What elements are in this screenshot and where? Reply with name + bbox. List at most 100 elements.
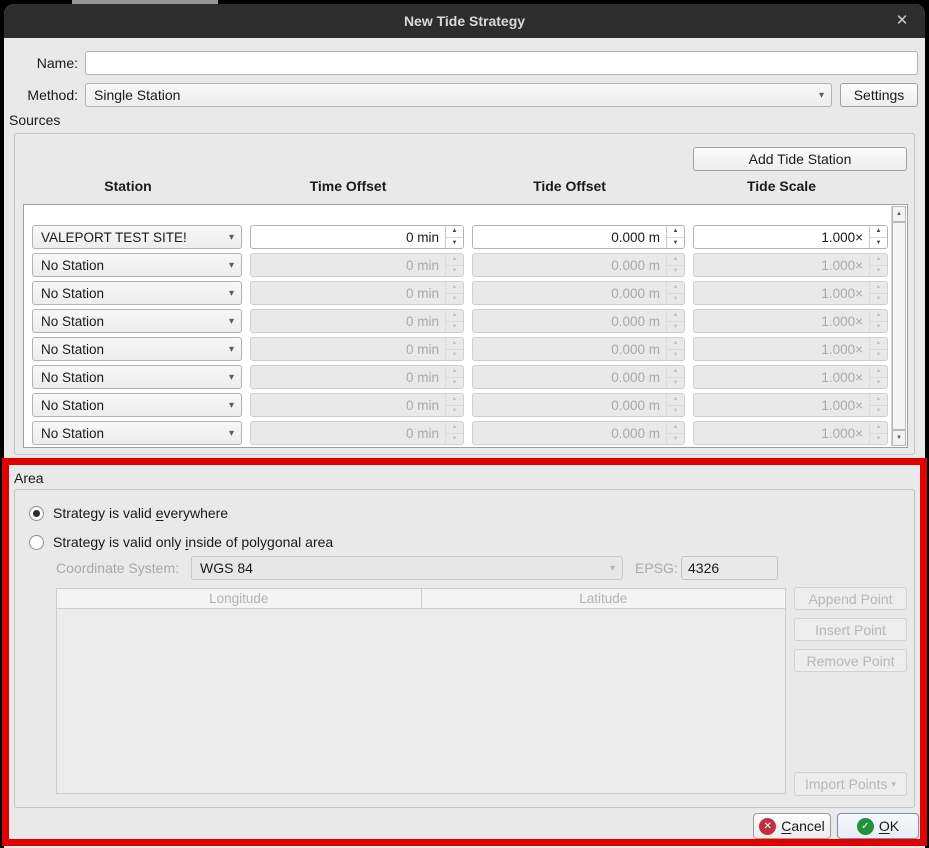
time-offset-spinner[interactable]: 0 min ▲▼ — [250, 225, 464, 249]
spinner-buttons[interactable]: ▲▼ — [445, 422, 463, 444]
time-offset-value: 0 min — [406, 342, 439, 357]
tide-scale-spinner[interactable]: 1.000× ▲▼ — [693, 421, 888, 445]
spin-down-icon: ▼ — [667, 434, 684, 445]
station-select[interactable]: No Station ▾ — [32, 253, 242, 277]
spinner-buttons[interactable]: ▲▼ — [869, 310, 887, 332]
spinner-buttons[interactable]: ▲▼ — [869, 422, 887, 444]
spin-up-icon: ▲ — [870, 226, 887, 238]
spinner-buttons[interactable]: ▲▼ — [445, 226, 463, 248]
tide-offset-spinner[interactable]: 0.000 m ▲▼ — [472, 309, 685, 333]
area-groupbox: Strategy is valid everywhere Strategy is… — [14, 489, 915, 808]
station-value: No Station — [41, 258, 104, 273]
tide-scale-spinner[interactable]: 1.000× ▲▼ — [693, 281, 888, 305]
spinner-buttons[interactable]: ▲▼ — [666, 226, 684, 248]
scrollbar-thumb[interactable] — [892, 222, 906, 430]
scroll-down-icon[interactable]: ▼ — [892, 430, 906, 446]
tide-offset-spinner[interactable]: 0.000 m ▲▼ — [472, 337, 685, 361]
radio-valid-everywhere[interactable]: Strategy is valid everywhere — [29, 504, 228, 522]
spinner-buttons[interactable]: ▲▼ — [445, 282, 463, 304]
titlebar[interactable]: New Tide Strategy ✕ — [4, 4, 925, 38]
spinner-buttons[interactable]: ▲▼ — [869, 394, 887, 416]
settings-button[interactable]: Settings — [840, 83, 918, 107]
tide-offset-spinner[interactable]: 0.000 m ▲▼ — [472, 253, 685, 277]
time-offset-spinner[interactable]: 0 min ▲▼ — [250, 393, 464, 417]
tide-scale-spinner[interactable]: 1.000× ▲▼ — [693, 337, 888, 361]
spinner-buttons[interactable]: ▲▼ — [445, 394, 463, 416]
spinner-buttons[interactable]: ▲▼ — [666, 394, 684, 416]
spinner-buttons[interactable]: ▲▼ — [445, 338, 463, 360]
station-value: No Station — [41, 398, 104, 413]
time-offset-spinner[interactable]: 0 min ▲▼ — [250, 337, 464, 361]
tide-scale-spinner[interactable]: 1.000× ▲▼ — [693, 309, 888, 333]
tide-offset-spinner[interactable]: 0.000 m ▲▼ — [472, 393, 685, 417]
tide-scale-spinner[interactable]: 1.000× ▲▼ — [693, 393, 888, 417]
spinner-buttons[interactable]: ▲▼ — [869, 338, 887, 360]
station-select[interactable]: VALEPORT TEST SITE! ▾ — [32, 225, 242, 249]
chevron-down-icon: ▾ — [819, 84, 824, 106]
spinner-buttons[interactable]: ▲▼ — [666, 254, 684, 276]
time-offset-spinner[interactable]: 0 min ▲▼ — [250, 365, 464, 389]
time-offset-spinner[interactable]: 0 min ▲▼ — [250, 281, 464, 305]
spin-up-icon: ▲ — [446, 422, 463, 434]
ok-button[interactable]: ✓ OK — [837, 813, 919, 839]
add-tide-station-button[interactable]: Add Tide Station — [693, 147, 907, 171]
tide-offset-spinner[interactable]: 0.000 m ▲▼ — [472, 281, 685, 305]
time-offset-spinner[interactable]: 0 min ▲▼ — [250, 309, 464, 333]
spinner-buttons[interactable]: ▲▼ — [445, 254, 463, 276]
spinner-buttons[interactable]: ▲▼ — [869, 226, 887, 248]
spinner-buttons[interactable]: ▲▼ — [445, 366, 463, 388]
station-value: No Station — [41, 286, 104, 301]
cancel-button[interactable]: ✕ Cancel — [753, 813, 831, 839]
time-offset-spinner[interactable]: 0 min ▲▼ — [250, 421, 464, 445]
sources-groupbox: Add Tide Station Station Time Offset Tid… — [14, 133, 915, 455]
station-select[interactable]: No Station ▾ — [32, 393, 242, 417]
tide-offset-value: 0.000 m — [611, 258, 660, 273]
chevron-down-icon: ▾ — [610, 557, 615, 579]
spin-down-icon: ▼ — [446, 238, 463, 249]
spinner-buttons[interactable]: ▲▼ — [666, 282, 684, 304]
cancel-label: Cancel — [781, 818, 825, 834]
spinner-buttons[interactable]: ▲▼ — [869, 254, 887, 276]
radio-button-icon[interactable] — [29, 506, 44, 521]
radio-valid-polygon[interactable]: Strategy is valid only inside of polygon… — [29, 533, 333, 551]
vertical-scrollbar[interactable]: ▲ ▼ — [891, 206, 906, 446]
station-select[interactable]: No Station ▾ — [32, 365, 242, 389]
tide-scale-value: 1.000× — [821, 398, 863, 413]
spin-up-icon: ▲ — [446, 282, 463, 294]
tide-scale-spinner[interactable]: 1.000× ▲▼ — [693, 253, 888, 277]
spinner-buttons[interactable]: ▲▼ — [445, 310, 463, 332]
spinner-buttons[interactable]: ▲▼ — [869, 282, 887, 304]
scroll-up-icon[interactable]: ▲ — [892, 206, 906, 222]
spinner-buttons[interactable]: ▲▼ — [666, 338, 684, 360]
station-select[interactable]: No Station ▾ — [32, 281, 242, 305]
tide-offset-value: 0.000 m — [611, 286, 660, 301]
name-input[interactable] — [85, 51, 918, 75]
spinner-buttons[interactable]: ▲▼ — [869, 366, 887, 388]
spin-down-icon: ▼ — [446, 378, 463, 389]
table-row: No Station ▾ 0 min ▲▼ 0.000 m ▲▼ 1.000× … — [32, 421, 891, 445]
tide-scale-spinner[interactable]: 1.000× ▲▼ — [693, 225, 888, 249]
spin-up-icon: ▲ — [446, 394, 463, 406]
close-icon[interactable]: ✕ — [889, 4, 915, 38]
tide-offset-value: 0.000 m — [611, 342, 660, 357]
method-select[interactable]: Single Station ▾ — [85, 83, 832, 107]
tide-scale-value: 1.000× — [821, 370, 863, 385]
station-select[interactable]: No Station ▾ — [32, 309, 242, 333]
tide-scale-value: 1.000× — [821, 286, 863, 301]
tide-scale-value: 1.000× — [821, 258, 863, 273]
time-offset-spinner[interactable]: 0 min ▲▼ — [250, 253, 464, 277]
tide-offset-spinner[interactable]: 0.000 m ▲▼ — [472, 421, 685, 445]
radio-button-icon[interactable] — [29, 535, 44, 550]
column-header-latitude: Latitude — [422, 589, 786, 609]
tide-offset-spinner[interactable]: 0.000 m ▲▼ — [472, 225, 685, 249]
spin-down-icon: ▼ — [667, 350, 684, 361]
chevron-down-icon: ▾ — [229, 372, 234, 383]
spinner-buttons[interactable]: ▲▼ — [666, 310, 684, 332]
station-select[interactable]: No Station ▾ — [32, 421, 242, 445]
table-row: No Station ▾ 0 min ▲▼ 0.000 m ▲▼ 1.000× … — [32, 365, 891, 389]
tide-scale-spinner[interactable]: 1.000× ▲▼ — [693, 365, 888, 389]
tide-offset-spinner[interactable]: 0.000 m ▲▼ — [472, 365, 685, 389]
spinner-buttons[interactable]: ▲▼ — [666, 422, 684, 444]
spinner-buttons[interactable]: ▲▼ — [666, 366, 684, 388]
station-select[interactable]: No Station ▾ — [32, 337, 242, 361]
